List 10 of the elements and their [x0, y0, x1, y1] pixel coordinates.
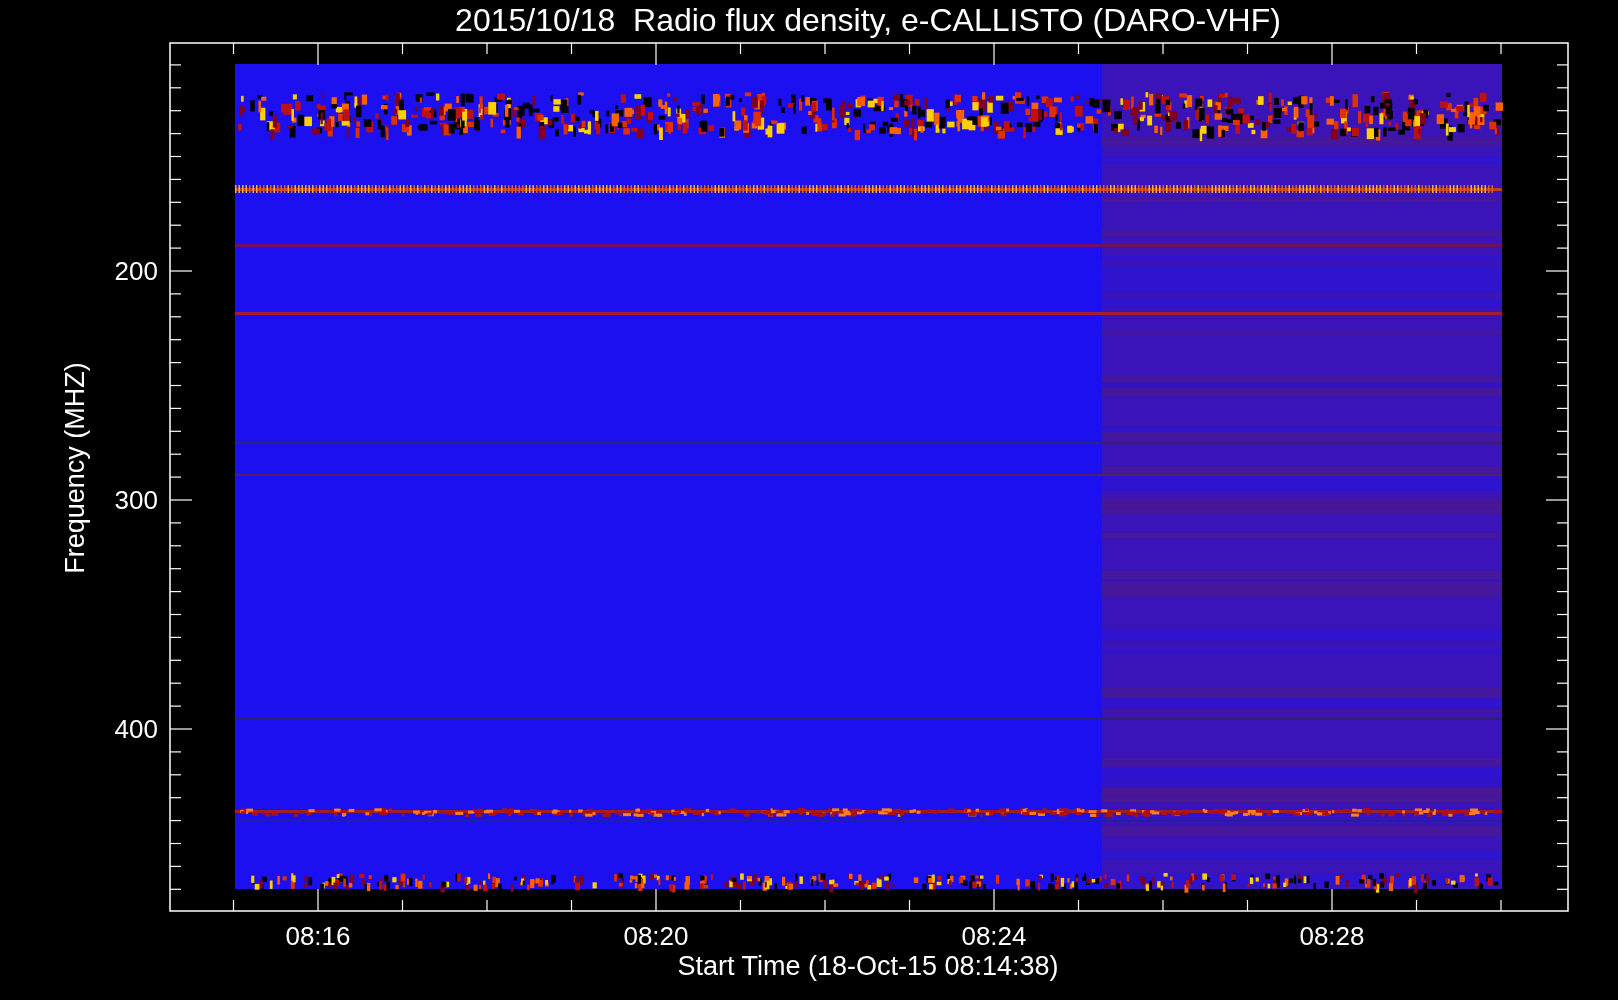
- tick-label: 08:20: [623, 921, 689, 951]
- tick-label: 08:16: [285, 921, 351, 951]
- axis-title: Start Time (18-Oct-15 08:14:38): [677, 951, 1059, 981]
- tick-label: 400: [114, 714, 158, 744]
- tick-label: 08:28: [1299, 921, 1365, 951]
- tick-label: 08:24: [961, 921, 1027, 951]
- tick-label: 300: [114, 485, 158, 515]
- axis-title: Frequency (MHZ): [60, 362, 90, 574]
- plot-title: 2015/10/18 Radio flux density, e-CALLISTO (DARO-VHF): [455, 2, 1281, 38]
- tick-label: 200: [114, 256, 158, 286]
